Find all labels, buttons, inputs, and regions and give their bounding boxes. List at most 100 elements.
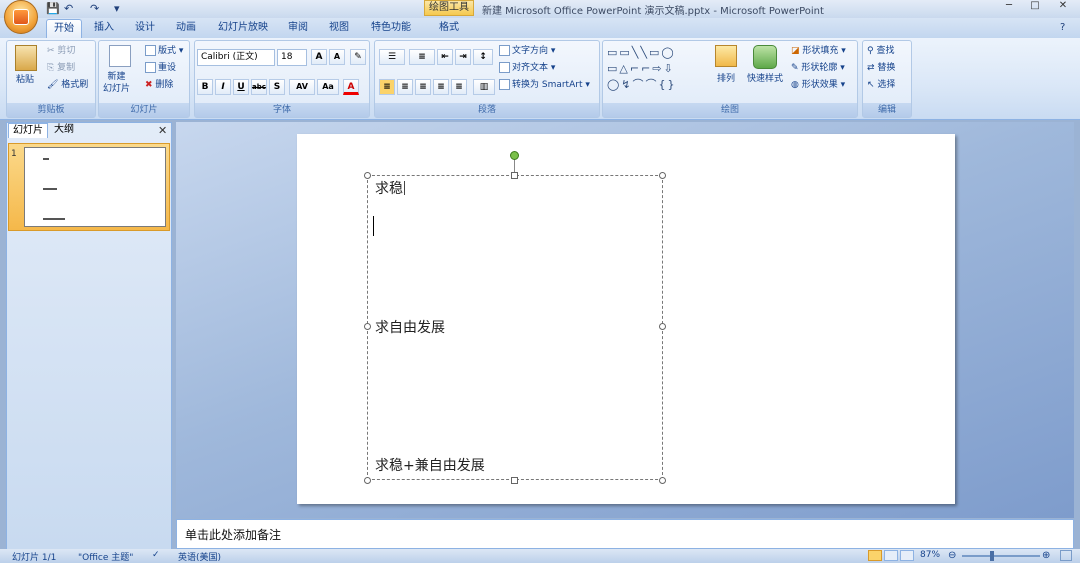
normal-view-icon[interactable] (868, 550, 882, 561)
fit-window-icon[interactable] (1060, 550, 1072, 561)
undo-icon[interactable]: ↶ (64, 2, 73, 16)
customize-qat-icon[interactable]: ▾ (114, 2, 120, 16)
decrease-indent-icon[interactable]: ⇤ (437, 49, 453, 65)
resize-handle-s[interactable] (511, 477, 518, 484)
group-label-editing: 编辑 (863, 103, 911, 117)
layout-button[interactable]: 版式 ▾ (145, 45, 183, 57)
tab-format[interactable]: 格式 (432, 19, 466, 38)
redo-icon[interactable]: ↷ (90, 2, 99, 16)
shadow-icon[interactable]: S (269, 79, 285, 95)
zoom-in-icon[interactable]: ⊕ (1042, 550, 1050, 561)
font-size-combo[interactable]: 18 (277, 49, 307, 66)
columns-icon[interactable]: ▥ (473, 79, 495, 95)
close-window-icon[interactable]: ✕ (1052, 0, 1074, 14)
slide-thumbnail-number: 1 (11, 149, 17, 159)
shape-outline-button[interactable]: ✎ 形状轮廓 ▾ (791, 62, 845, 74)
zoom-slider-thumb[interactable] (990, 551, 994, 561)
font-name-combo[interactable]: Calibri (正文) (197, 49, 275, 66)
resize-handle-n[interactable] (511, 172, 518, 179)
status-theme[interactable]: "Office 主题" (78, 550, 133, 563)
office-button[interactable] (4, 0, 38, 34)
resize-handle-nw[interactable] (364, 172, 371, 179)
copy-button[interactable]: ⎘ 复制 (47, 62, 75, 74)
slide-thumbnail[interactable] (24, 147, 166, 227)
shape-outline-label: 形状轮廓 (801, 63, 838, 73)
save-icon[interactable]: 💾 (46, 2, 60, 16)
align-left-icon[interactable]: ≡ (379, 79, 395, 95)
select-label: 选择 (877, 80, 896, 90)
paste-button[interactable]: 粘贴 (16, 74, 34, 86)
tab-slides-pane[interactable]: 幻灯片 (8, 123, 48, 138)
group-font: Calibri (正文) 18 A A ✎ B I U abc S AV Aa … (194, 40, 370, 118)
bold-icon[interactable]: B (197, 79, 213, 95)
tab-outline-pane[interactable]: 大纲 (50, 123, 78, 138)
notes-pane[interactable]: 单击此处添加备注 (176, 519, 1074, 549)
delete-icon: ✖ (145, 80, 156, 90)
resize-handle-sw[interactable] (364, 477, 371, 484)
tab-design[interactable]: 设计 (128, 19, 162, 38)
arrange-button[interactable]: 排列 (717, 73, 735, 85)
thumb-text-line (43, 158, 49, 160)
close-pane-icon[interactable]: ✕ (158, 124, 167, 137)
minimize-icon[interactable]: ─ (998, 0, 1020, 14)
shape-effects-button[interactable]: ◍ 形状效果 ▾ (791, 79, 845, 91)
shapes-gallery[interactable]: ▭▭╲╲▭◯ ▭△⌐⌐⇨⇩ ◯↯⌒⌒{} (607, 45, 701, 93)
spellcheck-icon[interactable]: ✓ (152, 550, 160, 560)
underline-icon[interactable]: U (233, 79, 249, 95)
increase-indent-icon[interactable]: ⇥ (455, 49, 471, 65)
change-case-icon[interactable]: Aa (317, 79, 339, 95)
resize-handle-e[interactable] (659, 323, 666, 330)
slideshow-view-icon[interactable] (900, 550, 914, 561)
format-painter-label: 格式刷 (61, 80, 89, 90)
resize-handle-ne[interactable] (659, 172, 666, 179)
align-text-button[interactable]: 对齐文本 ▾ (499, 62, 555, 74)
clear-format-icon[interactable]: ✎ (350, 49, 366, 65)
font-color-icon[interactable]: A (343, 79, 359, 95)
zoom-slider[interactable] (962, 555, 1040, 557)
resize-handle-se[interactable] (659, 477, 666, 484)
group-slides: 新建 幻灯片 版式 ▾ 重设 ✖ 删除 幻灯片 (98, 40, 190, 118)
tab-view[interactable]: 视图 (322, 19, 356, 38)
char-spacing-icon[interactable]: AV (289, 79, 315, 95)
zoom-level[interactable]: 87% (920, 550, 940, 560)
justify-icon[interactable]: ≡ (433, 79, 449, 95)
format-painter-button[interactable]: 🖌 格式刷 (47, 79, 88, 91)
reset-button[interactable]: 重设 (145, 62, 176, 74)
shrink-font-icon[interactable]: A (329, 49, 345, 65)
restore-icon[interactable]: □ (1024, 0, 1046, 14)
tab-slideshow[interactable]: 幻灯片放映 (212, 19, 274, 38)
new-slide-button[interactable]: 新建 幻灯片 (103, 71, 130, 95)
resize-handle-w[interactable] (364, 323, 371, 330)
distribute-icon[interactable]: ≡ (451, 79, 467, 95)
tab-animation[interactable]: 动画 (168, 19, 204, 38)
quick-styles-button[interactable]: 快速样式 (747, 73, 783, 85)
replace-button[interactable]: ⇄ 替换 (867, 62, 895, 74)
bullets-icon[interactable]: ☰ (379, 49, 405, 65)
slide-sorter-icon[interactable] (884, 550, 898, 561)
group-paragraph: ☰ ≡ ⇤ ⇥ ↕ ≡ ≡ ≡ ≡ ≡ ▥ 文字方向 ▾ 对齐文本 ▾ 转换为 … (374, 40, 600, 118)
status-language[interactable]: 英语(美国) (178, 550, 221, 563)
tab-review[interactable]: 审阅 (282, 19, 314, 38)
tab-home[interactable]: 开始 (46, 19, 82, 38)
scissors-icon: ✂ (47, 46, 58, 56)
delete-button[interactable]: ✖ 删除 (145, 79, 173, 91)
help-icon[interactable]: ? (1060, 22, 1065, 33)
smartart-button[interactable]: 转换为 SmartArt ▾ (499, 79, 590, 91)
align-center-icon[interactable]: ≡ (397, 79, 413, 95)
find-button[interactable]: ⚲ 查找 (867, 45, 894, 57)
line-spacing-icon[interactable]: ↕ (473, 49, 493, 65)
shape-effects-label: 形状效果 (801, 80, 838, 90)
tab-insert[interactable]: 插入 (88, 19, 120, 38)
italic-icon[interactable]: I (215, 79, 231, 95)
tab-special[interactable]: 特色功能 (366, 19, 416, 38)
rotation-handle[interactable] (510, 151, 519, 160)
text-direction-button[interactable]: 文字方向 ▾ (499, 45, 555, 57)
shape-fill-button[interactable]: ◪ 形状填充 ▾ (791, 45, 846, 57)
zoom-out-icon[interactable]: ⊖ (948, 550, 956, 561)
numbering-icon[interactable]: ≡ (409, 49, 435, 65)
strikethrough-icon[interactable]: abc (251, 79, 267, 95)
align-right-icon[interactable]: ≡ (415, 79, 431, 95)
cut-button[interactable]: ✂ 剪切 (47, 45, 75, 57)
grow-font-icon[interactable]: A (311, 49, 327, 65)
select-button[interactable]: ↖ 选择 (867, 79, 895, 91)
